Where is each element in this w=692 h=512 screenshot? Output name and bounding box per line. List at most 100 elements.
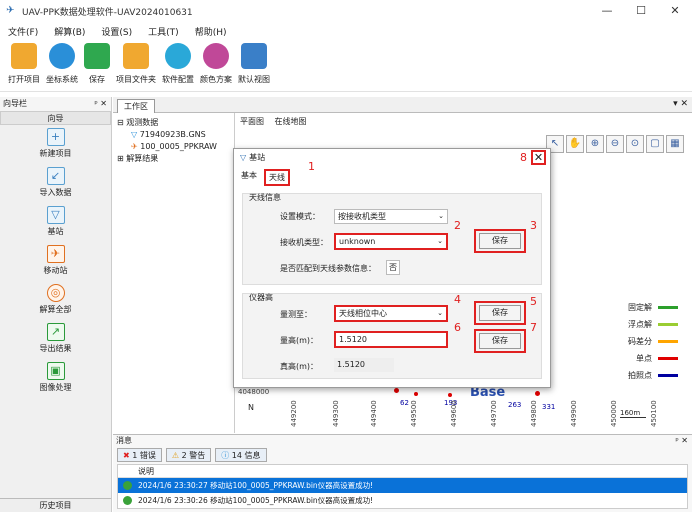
project-folder-label: 项目文件夹 [116, 75, 156, 84]
software-config-button[interactable]: 软件配置 [162, 40, 194, 91]
column-description: 说明 [118, 465, 687, 478]
window-controls: — ☐ ✕ [590, 0, 692, 22]
legend-label: 拍照点 [628, 371, 652, 380]
tree-node-rover-file[interactable]: ✈ 100_0005_PPKRAW [117, 141, 230, 153]
tab-workspace[interactable]: 工作区 [117, 99, 155, 113]
history-projects[interactable]: 历史项目 [0, 498, 111, 512]
true-height-label: 真高(m)： [280, 362, 319, 371]
folder-open-icon [11, 43, 37, 69]
zoom-out-icon[interactable]: ⊖ [606, 135, 624, 153]
nav-item-new-project[interactable]: + 新建项目 [0, 125, 111, 164]
measured-height-input[interactable]: 1.5120 [334, 331, 448, 348]
table-row[interactable]: 2024/1/6 23:30:26 移动站100_0005_PPKRAW.bin… [118, 493, 687, 508]
legend-label: 固定解 [628, 303, 652, 312]
success-icon [123, 496, 132, 505]
nav-item-import-data[interactable]: ↙ 导入数据 [0, 164, 111, 203]
legend-swatch [658, 374, 678, 377]
tree-label: 观测数据 [126, 118, 159, 127]
save-icon [84, 43, 110, 69]
info-icon: ⓘ [221, 451, 230, 460]
legend-photo: 拍照点 [628, 367, 678, 384]
x-tick: 449200 [290, 400, 298, 427]
default-view-icon [241, 43, 267, 69]
nav-item-export-results[interactable]: ↗ 导出结果 [0, 320, 111, 359]
tree-label: 100_0005_PPKRAW [140, 142, 217, 151]
legend-swatch [658, 323, 678, 326]
legend-swatch [658, 340, 678, 343]
tab-label: 14 信息 [231, 451, 261, 460]
messages-header: 消息 ᵖ ✕ [113, 435, 692, 447]
nav-item-label: 新建项目 [39, 149, 72, 158]
app-plane-icon: ✈ [6, 5, 15, 16]
measure-to-save-button[interactable]: 保存 [479, 305, 521, 321]
marker-1: 1 [308, 160, 315, 173]
legend-single: 单点 [628, 350, 678, 367]
nav-item-image-processing[interactable]: ▣ 图像处理 [0, 359, 111, 398]
project-tree: ⊟ 观测数据 ▽ 71940923B.GNS ✈ 100_0005_PPKRAW… [113, 113, 235, 433]
globe-icon [49, 43, 75, 69]
receiver-type-select[interactable]: unknown ⌄ [334, 233, 448, 250]
tab-antenna[interactable]: 天线 [264, 169, 290, 186]
open-project-button[interactable]: 打开项目 [8, 40, 40, 91]
base-station-dialog: ▽ 基站 ✕ 8 基本 天线 1 天线信息 设置模式： 按接收机类型 ⌄ 接收机… [233, 148, 551, 388]
messages-panel: 消息 ᵖ ✕ ✖ 1 错误 ⚠ 2 警告 ⓘ 14 信息 说明 2024/1/6… [113, 434, 692, 512]
x-tick: 449900 [570, 400, 578, 427]
menu-solve[interactable]: 解算(B) [54, 25, 85, 38]
config-icon [165, 43, 191, 69]
tab-info[interactable]: ⓘ 14 信息 [215, 448, 267, 462]
zoom-window-icon[interactable]: ⊙ [626, 135, 644, 153]
project-folder-button[interactable]: 项目文件夹 [116, 40, 156, 91]
x-tick: 449500 [410, 400, 418, 427]
pan-hand-icon[interactable]: ✋ [566, 135, 584, 153]
tab-online-map[interactable]: 在线地图 [275, 117, 307, 126]
height-save-button[interactable]: 保存 [479, 333, 521, 349]
menu-help[interactable]: 帮助(H) [195, 25, 227, 38]
marker-6: 6 [454, 321, 461, 334]
dialog-close-button[interactable]: ✕ [531, 150, 546, 165]
tree-node-base-file[interactable]: ▽ 71940923B.GNS [117, 129, 230, 141]
menu-file[interactable]: 文件(F) [8, 25, 38, 38]
table-row[interactable]: 2024/1/6 23:30:27 移动站100_0005_PPKRAW.bin… [118, 478, 687, 493]
select-value: unknown [339, 237, 376, 246]
default-view-button[interactable]: 默认视图 [238, 40, 270, 91]
tab-errors[interactable]: ✖ 1 错误 [117, 448, 162, 462]
receiver-save-button[interactable]: 保存 [479, 233, 521, 249]
axis-ticks: 4048000 449200 449300 449400 449500 4496… [236, 388, 692, 433]
maximize-button[interactable]: ☐ [624, 0, 658, 22]
grid-icon[interactable]: ▦ [666, 135, 684, 153]
tree-node-results[interactable]: ⊞ 解算结果 [117, 153, 230, 165]
menu-settings[interactable]: 设置(S) [101, 25, 132, 38]
color-scheme-label: 颜色方案 [200, 75, 232, 84]
nav-item-solve-all[interactable]: ◎ 解算全部 [0, 281, 111, 320]
legend-swatch [658, 306, 678, 309]
coordinate-system-button[interactable]: 坐标系统 [46, 40, 78, 91]
marker-8: 8 [520, 151, 527, 164]
group-title: 仪器高 [249, 293, 273, 302]
workspace-controls[interactable]: ▾ ✕ [673, 99, 688, 109]
color-scheme-button[interactable]: 颜色方案 [200, 40, 232, 91]
tab-warnings[interactable]: ⚠ 2 警告 [165, 448, 212, 462]
full-extent-icon[interactable]: ▢ [646, 135, 664, 153]
default-view-label: 默认视图 [238, 75, 270, 84]
true-height-value: 1.5120 [334, 358, 394, 372]
minimize-button[interactable]: — [590, 0, 624, 22]
close-window-button[interactable]: ✕ [658, 0, 692, 22]
new-project-icon: + [46, 128, 65, 146]
match-antenna-label: 是否匹配到天线参数信息： [280, 264, 376, 273]
save-toolbar-button[interactable]: 保存 [84, 40, 110, 91]
messages-controls[interactable]: ᵖ ✕ [675, 435, 688, 447]
pin-close-icon[interactable]: ᵖ ✕ [94, 97, 107, 111]
menu-tools[interactable]: 工具(T) [148, 25, 179, 38]
nav-header: 向导栏 ᵖ ✕ [0, 97, 111, 111]
tab-plan-view[interactable]: 平面图 [240, 117, 264, 126]
tab-basic[interactable]: 基本 [238, 169, 260, 186]
messages-title: 消息 [116, 436, 132, 445]
setting-mode-select[interactable]: 按接收机类型 ⌄ [334, 209, 448, 224]
nav-item-rover[interactable]: ✈ 移动站 [0, 242, 111, 281]
measure-to-select[interactable]: 天线相位中心 ⌄ [334, 305, 448, 322]
setting-mode-label: 设置模式： [280, 212, 320, 221]
dialog-title-bar: ▽ 基站 [234, 149, 550, 167]
nav-item-base-station[interactable]: ▽ 基站 [0, 203, 111, 242]
zoom-in-icon[interactable]: ⊕ [586, 135, 604, 153]
tree-node-observations[interactable]: ⊟ 观测数据 [117, 117, 230, 129]
